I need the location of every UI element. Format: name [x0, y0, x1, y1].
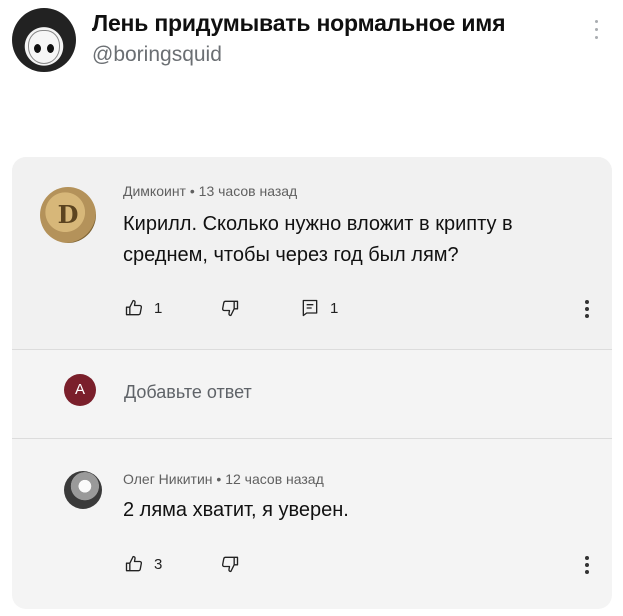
thumbs-up-icon [125, 299, 143, 316]
add-reply-input[interactable]: Добавьте ответ [124, 382, 252, 403]
dislike-button[interactable] [220, 298, 240, 318]
reply-dislike-button[interactable] [220, 554, 240, 574]
like-button[interactable]: 1 [124, 298, 162, 318]
tweet-more-icon[interactable] [593, 20, 599, 44]
tweet-author-handle[interactable]: @boringsquid [92, 43, 222, 67]
comment-author[interactable]: Димкоинт [123, 183, 186, 199]
divider [12, 438, 612, 439]
reply-more-icon[interactable] [584, 556, 590, 576]
comment-meta: Димкоинт • 13 часов назад [123, 183, 297, 199]
avatar-eye-left [34, 44, 41, 53]
meta-separator: • [189, 183, 195, 199]
reply-like-count: 3 [154, 555, 163, 573]
thumbs-down-icon [221, 300, 239, 317]
commenter-avatar[interactable]: D [40, 187, 96, 243]
comments-card: D Димкоинт • 13 часов назад Кирилл. Скол… [12, 157, 612, 609]
reply-author[interactable]: Олег Никитин [123, 471, 213, 487]
divider [12, 349, 612, 350]
comment-text-line: среднем, чтобы через год был лям? [123, 244, 459, 266]
comment-text: Кирилл. Сколько нужно вложит в крипту в … [123, 209, 513, 271]
like-count: 1 [154, 299, 163, 317]
reply-author-avatar[interactable] [64, 471, 102, 509]
avatar-face-icon [28, 30, 60, 64]
thumbs-down-icon [221, 556, 239, 573]
avatar-eye-right [47, 44, 54, 53]
reply-button[interactable]: 1 [300, 298, 338, 318]
dogecoin-logo-icon: D [57, 200, 79, 229]
reply-text: 2 ляма хватит, я уверен. [123, 499, 349, 521]
comment-icon [302, 299, 318, 317]
reply-like-button[interactable]: 3 [124, 554, 162, 574]
comment-time[interactable]: 13 часов назад [199, 183, 298, 199]
thumbs-up-icon [125, 555, 143, 572]
reply-meta: Олег Никитин • 12 часов назад [123, 471, 324, 487]
comment-text-line: Кирилл. Сколько нужно вложит в крипту в [123, 213, 513, 235]
reply-count: 1 [330, 299, 339, 317]
current-user-avatar: A [64, 374, 96, 406]
tweet-author-name[interactable]: Лень придумывать нормальное имя [92, 10, 506, 37]
comment-more-icon[interactable] [584, 300, 590, 320]
reply-time[interactable]: 12 часов назад [225, 471, 324, 487]
tweet-author-avatar[interactable] [12, 8, 76, 72]
meta-separator: • [216, 471, 222, 487]
tweet-header: Лень придумывать нормальное имя @borings… [0, 0, 623, 90]
